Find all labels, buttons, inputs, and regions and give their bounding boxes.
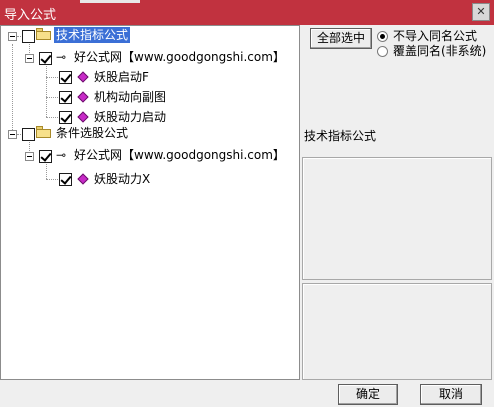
tree-item-label[interactable]: 妖股动力X: [94, 171, 150, 187]
source-checkbox[interactable]: [39, 52, 52, 65]
radio-skip-duplicates[interactable]: [377, 31, 388, 42]
formula-type-label: 技术指标公式: [304, 129, 377, 143]
tree-group-label[interactable]: 技术指标公式: [54, 27, 131, 43]
expand-toggle[interactable]: [8, 32, 17, 41]
radio-overwrite-duplicates-label[interactable]: 覆盖同名(非系统): [393, 43, 486, 59]
tree-group-label[interactable]: 条件选股公式: [56, 125, 128, 141]
ok-button[interactable]: 确定: [338, 384, 398, 405]
source-checkbox[interactable]: [39, 150, 52, 163]
tree-line: [46, 164, 47, 179]
tree-item-label[interactable]: 妖股启动F: [94, 69, 149, 85]
item-checkbox[interactable]: [59, 111, 72, 124]
title-strip: [80, 0, 140, 3]
tree-source-label[interactable]: 好公式网【www.goodgongshi.com】: [74, 49, 285, 65]
key-icon: ⊸: [56, 148, 67, 162]
expand-toggle[interactable]: [8, 130, 17, 139]
info-panel-upper: [302, 157, 492, 280]
title-bar: 导入公式 ✕: [0, 0, 494, 25]
item-checkbox[interactable]: [59, 173, 72, 186]
close-button[interactable]: ✕: [472, 3, 490, 21]
item-checkbox[interactable]: [59, 91, 72, 104]
diamond-icon: [77, 111, 89, 123]
radio-overwrite-duplicates[interactable]: [377, 46, 388, 57]
group-checkbox[interactable]: [22, 128, 35, 141]
select-all-button[interactable]: 全部选中: [310, 28, 372, 49]
window-title: 导入公式: [4, 8, 57, 23]
diamond-icon: [77, 91, 89, 103]
item-checkbox[interactable]: [59, 71, 72, 84]
tree-line: [46, 117, 60, 118]
group-checkbox[interactable]: [22, 30, 35, 43]
cancel-button[interactable]: 取消: [420, 384, 482, 405]
info-panel-lower: [302, 283, 492, 380]
diamond-icon: [77, 71, 89, 83]
tree-line: [46, 179, 60, 180]
radio-skip-duplicates-label[interactable]: 不导入同名公式: [393, 28, 477, 44]
key-icon: ⊸: [56, 50, 67, 64]
tree-item-label[interactable]: 机构动向副图: [94, 89, 166, 105]
tree-line: [46, 97, 60, 98]
diamond-icon: [77, 173, 89, 185]
folder-icon: [36, 28, 51, 40]
tree-source-label[interactable]: 好公式网【www.goodgongshi.com】: [74, 147, 285, 163]
expand-toggle[interactable]: [25, 152, 34, 161]
expand-toggle[interactable]: [25, 54, 34, 63]
tree-line: [12, 44, 13, 136]
tree-line: [46, 64, 47, 117]
tree-line: [46, 77, 60, 78]
tree-item-label[interactable]: 妖股动力启动: [94, 109, 166, 125]
formula-tree[interactable]: 技术指标公式 ⊸ 好公式网【www.goodgongshi.com】 妖股启动F…: [0, 25, 300, 380]
folder-icon: [36, 126, 51, 138]
